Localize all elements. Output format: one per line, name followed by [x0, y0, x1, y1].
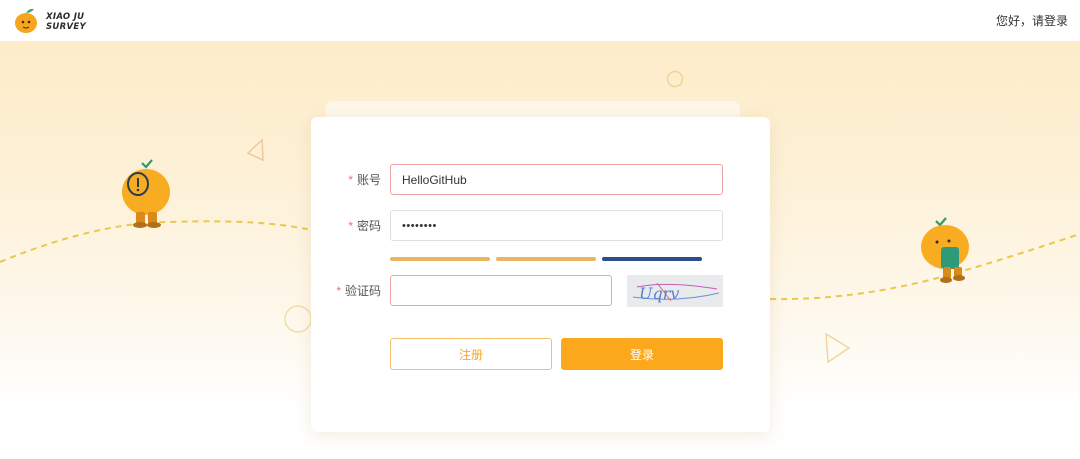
required-mark: *	[336, 284, 341, 298]
deco-triangle-right	[825, 332, 851, 364]
top-bar: XIAO JU SURVEY 您好，请登录	[0, 0, 1080, 42]
strength-bar-1	[390, 257, 490, 261]
deco-triangle-left	[246, 138, 264, 162]
logo[interactable]: XIAO JU SURVEY	[12, 6, 92, 36]
password-input[interactable]: ••••••••	[390, 210, 723, 241]
orange-mascot-logo-icon	[15, 8, 37, 33]
register-button-label: 注册	[458, 347, 483, 362]
account-input-value: HelloGitHub	[402, 173, 467, 187]
login-button-label: 登录	[629, 347, 654, 362]
captcha-label-text: 验证码	[344, 284, 381, 298]
logo-text: XIAO JU SURVEY	[46, 12, 86, 32]
mascot-right-icon	[921, 217, 969, 283]
password-label-text: 密码	[356, 219, 381, 233]
captcha-drawing: Uqrv	[632, 282, 720, 303]
account-label-text: 账号	[356, 173, 381, 187]
captcha-text: Uqrv	[639, 284, 679, 303]
deco-circle-top	[666, 70, 684, 88]
strength-bar-3	[602, 257, 702, 261]
captcha-label: * 验证码	[320, 282, 381, 299]
mascot-left-icon	[122, 159, 170, 228]
logo-line1: XIAO JU	[46, 12, 85, 22]
deco-circle-bottom	[284, 305, 312, 333]
required-mark: *	[348, 173, 353, 187]
required-mark: *	[348, 219, 353, 233]
account-input[interactable]: HelloGitHub	[390, 164, 723, 195]
logo-line2: SURVEY	[46, 22, 86, 32]
account-label: * 账号	[330, 171, 381, 188]
register-button[interactable]: 注册	[390, 338, 552, 370]
captcha-input[interactable]	[390, 275, 612, 306]
login-prompt-link[interactable]: 您好，请登录	[996, 12, 1068, 29]
captcha-image[interactable]: Uqrv	[627, 275, 723, 307]
strength-bar-2	[496, 257, 596, 261]
password-label: * 密码	[330, 217, 381, 234]
login-button[interactable]: 登录	[561, 338, 723, 370]
password-input-value: ••••••••	[402, 220, 437, 232]
dashed-wave-left	[0, 220, 321, 263]
